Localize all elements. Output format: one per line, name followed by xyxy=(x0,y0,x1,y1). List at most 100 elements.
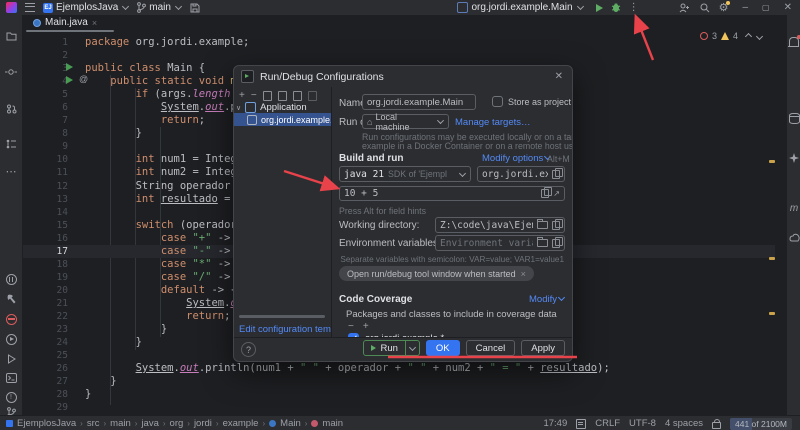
apply-button[interactable]: Apply xyxy=(521,340,565,356)
folder-group-button[interactable] xyxy=(293,91,302,101)
search-everywhere-button[interactable] xyxy=(700,3,710,13)
breadcrumb-item[interactable]: example xyxy=(223,418,259,429)
background-tasks-icon[interactable] xyxy=(576,419,586,429)
build-tool-button[interactable] xyxy=(0,294,22,307)
run-on-select[interactable]: ⌂Local machine xyxy=(362,114,449,129)
debug-button[interactable] xyxy=(611,2,621,13)
settings-button[interactable]: ⚙ xyxy=(719,3,729,13)
tree-horizontal-scrollbar[interactable] xyxy=(239,315,325,318)
run-dropdown[interactable] xyxy=(405,341,419,355)
expander-icon[interactable]: ∨ xyxy=(236,104,241,112)
breadcrumb-item[interactable]: jordi xyxy=(194,418,212,429)
store-checkbox[interactable] xyxy=(492,96,503,107)
breadcrumb-item[interactable]: Main xyxy=(280,418,301,429)
code-line[interactable]: 29 xyxy=(22,401,775,414)
breadcrumb-item[interactable]: java xyxy=(141,418,158,429)
code-line[interactable]: 26 System.out.println(num1 + " " + opera… xyxy=(22,362,775,375)
add-config-button[interactable]: + xyxy=(239,90,245,101)
coverage-remove-button[interactable]: − xyxy=(348,321,354,332)
memory-indicator[interactable]: 441 of 2100M xyxy=(730,418,792,430)
edit-templates-link[interactable]: Edit configuration templates… xyxy=(239,324,332,335)
breadcrumb-item[interactable]: src xyxy=(87,418,100,429)
profiler-tool-button[interactable] xyxy=(0,274,22,288)
dialog-title-bar[interactable]: Run/Debug Configurations ✕ xyxy=(234,66,572,87)
copy-icon[interactable] xyxy=(552,170,560,179)
browse-folder-icon[interactable] xyxy=(537,221,548,229)
gradle-tool-button[interactable] xyxy=(787,233,800,244)
ok-button[interactable]: OK xyxy=(426,340,460,356)
terminal-tool-button[interactable] xyxy=(0,373,22,386)
copy-icon[interactable] xyxy=(552,239,560,248)
project-widget[interactable]: EJ EjemplosJava xyxy=(43,2,129,13)
pull-requests-tool-button[interactable] xyxy=(0,104,22,117)
modify-options-link[interactable]: Modify options xyxy=(482,153,551,164)
maximize-button[interactable]: ▢ xyxy=(762,3,770,12)
chip-close-icon[interactable]: × xyxy=(521,269,526,279)
code-line[interactable]: 27 } xyxy=(22,375,775,388)
remove-config-button[interactable]: − xyxy=(251,90,257,101)
browse-folder-icon[interactable] xyxy=(537,239,548,247)
readonly-lock-icon[interactable] xyxy=(712,422,721,429)
manage-targets-link[interactable]: Manage targets… xyxy=(455,117,531,128)
breadcrumb[interactable]: EjemplosJava›src›main›java›org›jordi›exa… xyxy=(6,418,343,429)
main-menu-button[interactable] xyxy=(25,3,35,12)
tree-item-selected[interactable]: org.jordi.example.Main xyxy=(234,113,331,126)
maven-tool-button[interactable]: m xyxy=(787,203,800,214)
encoding-widget[interactable]: UTF-8 xyxy=(629,418,656,429)
services-tool-button[interactable] xyxy=(0,334,22,348)
commit-tool-button[interactable] xyxy=(0,68,22,79)
run-config-selector[interactable]: org.jordi.example.Main xyxy=(457,2,583,13)
breadcrumb-item[interactable]: org xyxy=(170,418,184,429)
name-input[interactable]: org.jordi.example.Main xyxy=(362,94,476,110)
line-ending-widget[interactable]: CRLF xyxy=(595,418,620,429)
copy-icon[interactable] xyxy=(552,221,560,230)
jdk-select[interactable]: java 21SDK of 'Ejempl xyxy=(339,166,471,182)
copy-icon[interactable] xyxy=(541,189,549,198)
open-run-window-chip[interactable]: Open run/debug tool window when started … xyxy=(339,266,534,281)
run-tool-button[interactable] xyxy=(0,354,22,367)
working-directory-input[interactable]: Z:\code\java\EjemplosJava xyxy=(435,217,565,233)
program-arguments-input[interactable]: 10 + 5 ↗ xyxy=(339,186,565,201)
project-tool-button[interactable] xyxy=(0,31,22,44)
run-button[interactable] xyxy=(596,4,603,12)
sort-configs-button[interactable] xyxy=(308,91,317,101)
help-button[interactable]: ? xyxy=(241,342,256,357)
tree-group-application[interactable]: ∨ Application xyxy=(236,102,307,113)
expand-icon[interactable]: ↗ xyxy=(553,189,560,198)
tab-close-icon[interactable]: × xyxy=(92,18,97,28)
next-problem-icon[interactable] xyxy=(756,32,763,39)
code-with-me-button[interactable] xyxy=(679,3,690,13)
structure-tool-button[interactable] xyxy=(0,139,22,152)
run-main-gutter-icon[interactable] xyxy=(66,76,73,84)
copy-config-button[interactable] xyxy=(263,91,272,101)
problems-tool-button[interactable]: ! xyxy=(0,391,22,403)
save-button[interactable] xyxy=(190,3,200,13)
main-class-input[interactable]: org.jordi.example.Main xyxy=(477,166,565,182)
more-tool-windows-button[interactable]: ⋯ xyxy=(0,167,22,178)
run-split-button[interactable]: Run xyxy=(363,340,419,356)
prev-problem-icon[interactable] xyxy=(745,32,752,39)
indent-widget[interactable]: 4 spaces xyxy=(665,418,703,429)
tab-main-java[interactable]: Main.java × xyxy=(26,15,104,30)
code-line[interactable]: 1package org.jordi.example; xyxy=(22,36,775,49)
more-actions-button[interactable]: ⋮ xyxy=(629,2,639,13)
code-line[interactable]: 2 xyxy=(22,49,775,62)
coverage-modify-link[interactable]: Modify xyxy=(529,294,565,305)
database-tool-button[interactable] xyxy=(787,113,800,126)
environment-variables-input[interactable]: Environment variables or .env files xyxy=(435,235,565,251)
breadcrumb-item[interactable]: EjemplosJava xyxy=(17,418,76,429)
save-config-button[interactable] xyxy=(278,91,287,101)
cancel-button[interactable]: Cancel xyxy=(466,340,516,356)
store-project-file[interactable]: Store as project file ⚙ xyxy=(492,96,572,107)
dialog-close-icon[interactable]: ✕ xyxy=(555,71,563,82)
minimize-button[interactable]: – xyxy=(742,2,748,13)
coverage-add-button[interactable]: + xyxy=(363,321,369,332)
run-class-gutter-icon[interactable] xyxy=(66,63,73,71)
close-window-button[interactable]: ✕ xyxy=(784,2,792,13)
inspections-widget[interactable]: 3 4 xyxy=(700,30,762,42)
breadcrumb-item[interactable]: main xyxy=(110,418,131,429)
notifications-button[interactable] xyxy=(787,37,800,48)
mute-breakpoints-button[interactable] xyxy=(0,314,22,328)
breadcrumb-item[interactable]: main xyxy=(322,418,343,429)
ai-assistant-tool-button[interactable] xyxy=(787,153,800,165)
